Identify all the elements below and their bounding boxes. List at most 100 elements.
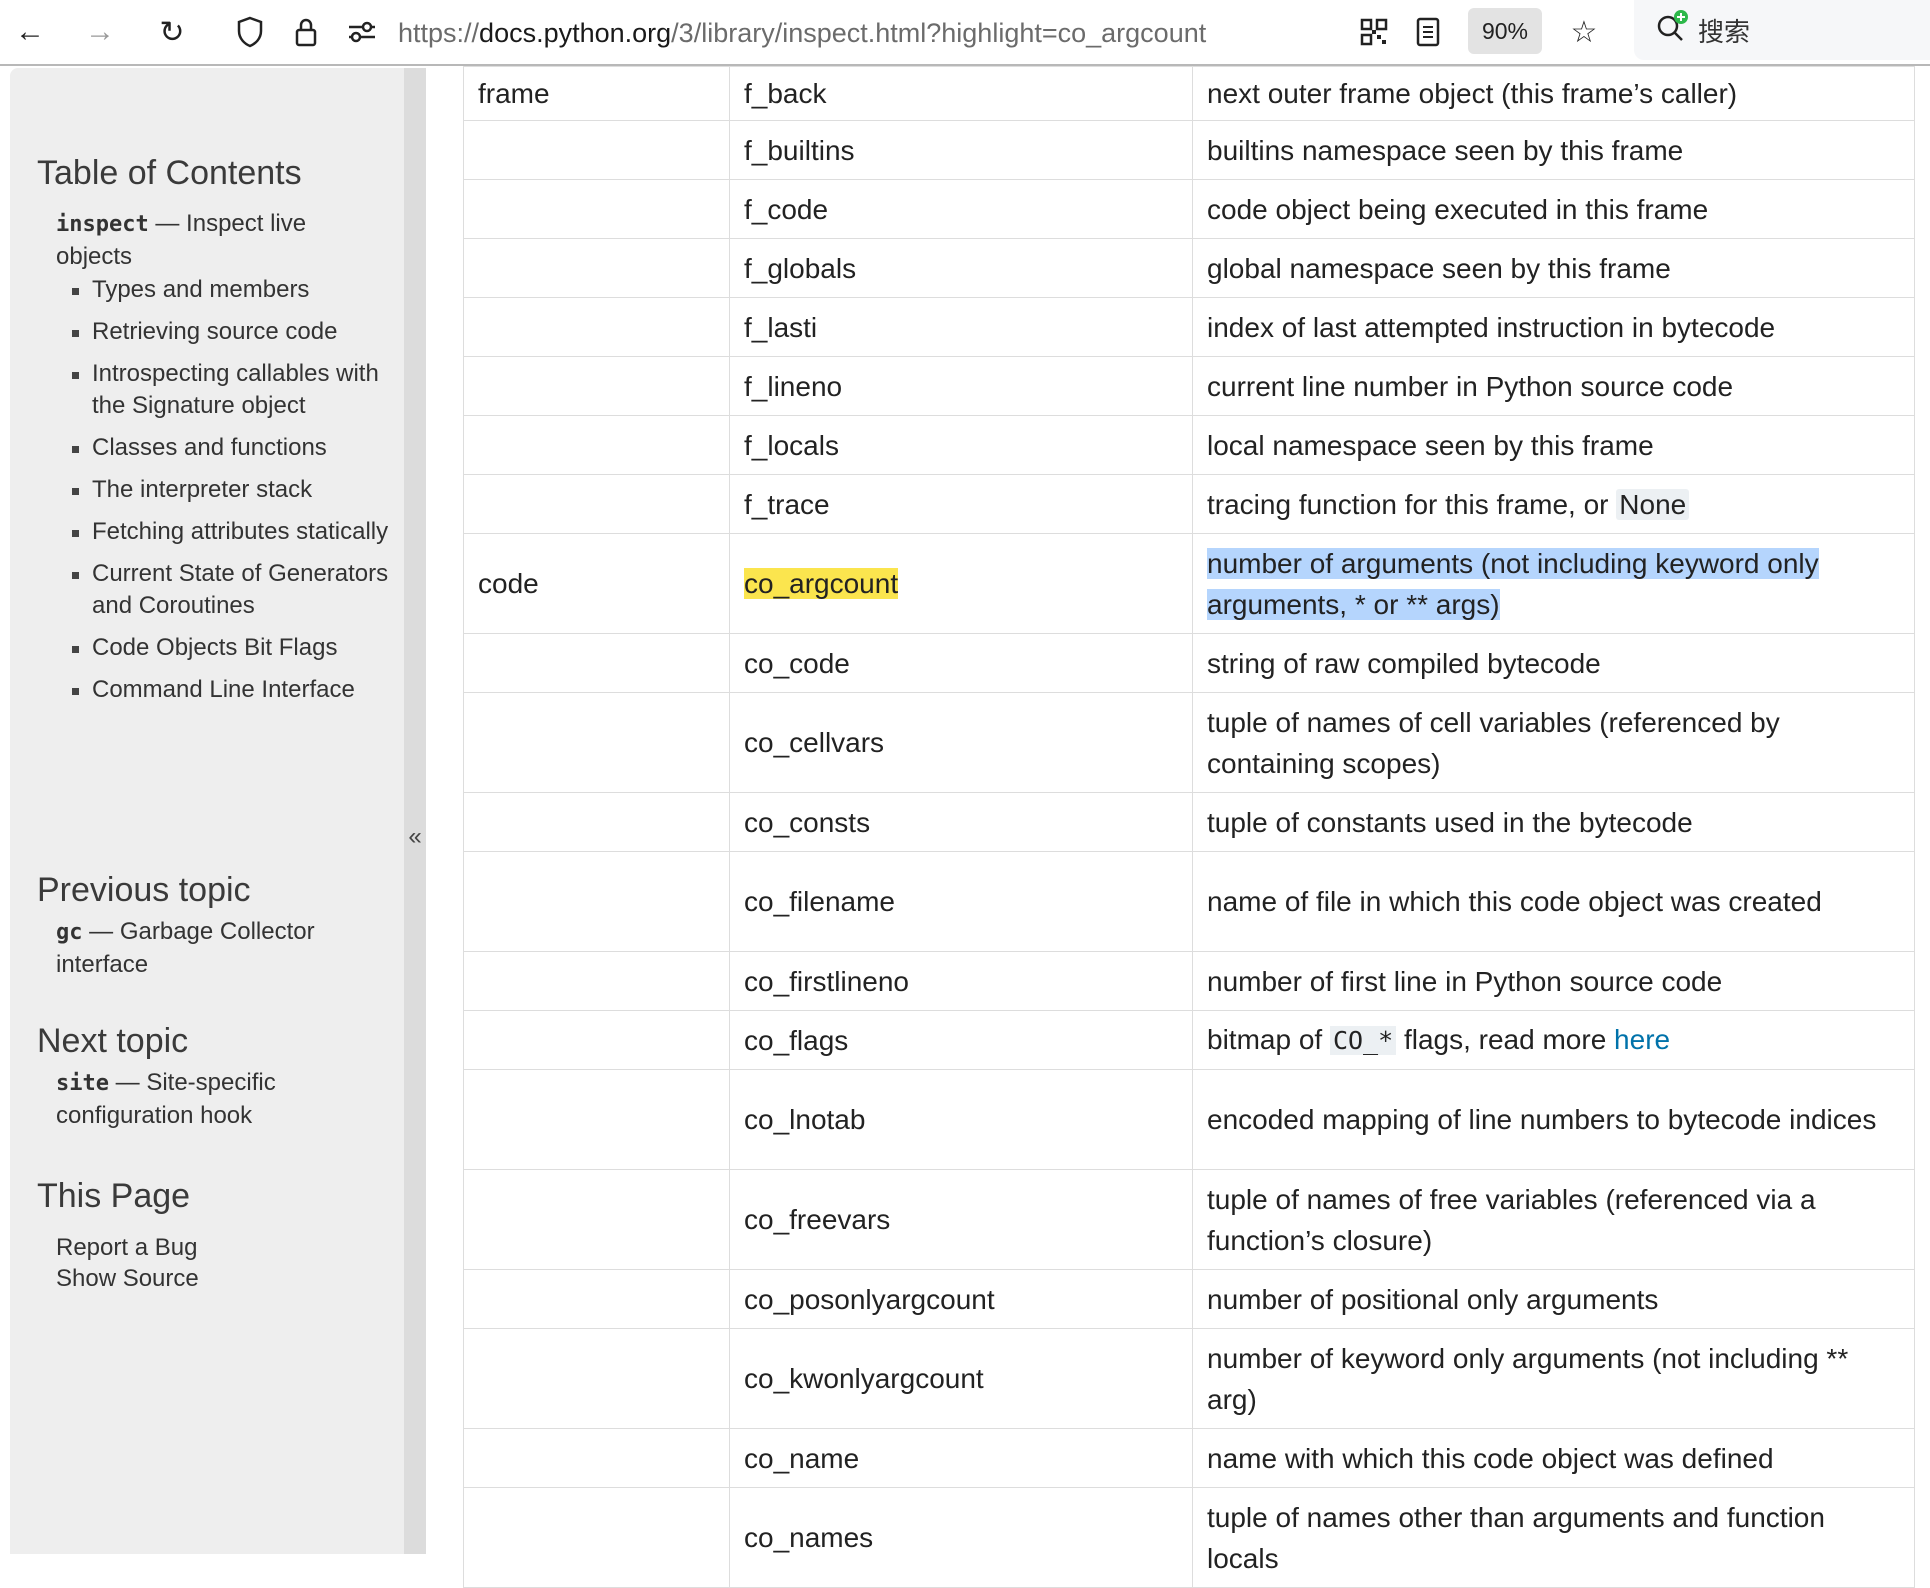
attribute-name: co_lnotab <box>744 1104 866 1135</box>
description-cell: number of keyword only arguments (not in… <box>1192 1328 1915 1429</box>
table-row: co_kwonlyargcount number of keyword only … <box>463 1328 1915 1429</box>
browser-toolbar: ← → ↻ https://docs.python.org/3/library/… <box>0 0 1930 66</box>
attribute-name: co_posonlyargcount <box>744 1283 995 1315</box>
attribute-cell: co_flags <box>729 1010 1193 1070</box>
url-bar[interactable]: https://docs.python.org/3/library/inspec… <box>398 10 1206 56</box>
type-cell <box>463 120 730 180</box>
description-cell: current line number in Python source cod… <box>1192 356 1915 416</box>
forward-icon[interactable]: → <box>78 8 122 56</box>
main-content: frame f_back next outer frame object (this… <box>463 66 1915 1588</box>
toc-item[interactable]: Types and members <box>70 274 390 306</box>
reload-icon[interactable]: ↻ <box>150 8 194 56</box>
toc-item[interactable]: Classes and functions <box>70 432 390 464</box>
attribute-name: f_lineno <box>744 370 843 402</box>
search-button[interactable]: 搜索 <box>1634 0 1930 60</box>
toc-item[interactable]: Introspecting callables with the Signatu… <box>70 358 390 422</box>
type-cell <box>463 851 730 952</box>
description-cell: next outer frame object (this frame’s ca… <box>1192 66 1915 121</box>
description-text: local namespace seen by this frame <box>1207 429 1654 461</box>
type-cell <box>463 356 730 416</box>
type-cell <box>463 1328 730 1429</box>
type-cell <box>463 1487 730 1588</box>
table-row: f_lineno current line number in Python so… <box>463 356 1915 416</box>
type-cell <box>463 415 730 475</box>
zoom-level-button[interactable]: 90% <box>1468 8 1542 54</box>
type-cell <box>463 1169 730 1270</box>
table-row: co_firstlineno number of first line in Py… <box>463 951 1915 1011</box>
description-cell: name with which this code object was def… <box>1192 1428 1915 1488</box>
attribute-cell: co_filename <box>729 851 1193 952</box>
reader-view-icon[interactable] <box>1406 8 1450 56</box>
report-bug-link[interactable]: Report a Bug <box>56 1232 386 1264</box>
description-cell: name of file in which this code object w… <box>1192 851 1915 952</box>
attribute-name: f_globals <box>744 252 857 284</box>
type-cell <box>463 1069 730 1170</box>
description-text: tuple of names of cell variables (refere… <box>1207 706 1780 779</box>
toc-item[interactable]: Current State of Generators and Coroutin… <box>70 558 390 622</box>
table-row: co_posonlyargcount number of positional o… <box>463 1269 1915 1329</box>
previous-topic-heading: Previous topic <box>37 871 251 909</box>
description-text: number of keyword only arguments (not in… <box>1207 1342 1849 1415</box>
attribute-name: co_name <box>744 1442 860 1474</box>
toc-heading: Table of Contents <box>37 154 302 192</box>
description-text: tuple of names of free variables (refere… <box>1207 1183 1816 1256</box>
attribute-name: co_filename <box>744 886 895 917</box>
attribute-name: f_builtins <box>744 134 855 166</box>
url-scheme: https:// <box>398 18 480 48</box>
description-text: number of arguments (not including keywo… <box>1207 547 1819 620</box>
attribute-name: f_locals <box>744 429 839 461</box>
toc-item[interactable]: Code Objects Bit Flags <box>70 632 390 664</box>
description-text: tracing function for this frame, or <box>1207 488 1617 520</box>
search-label: 搜索 <box>1698 17 1751 47</box>
toc-item[interactable]: Retrieving source code <box>70 316 390 348</box>
next-topic-link[interactable]: site — Site-specific configuration hook <box>56 1067 386 1132</box>
attribute-name: co_cellvars <box>744 727 885 758</box>
description-cell: code object being executed in this frame <box>1192 179 1915 239</box>
star-icon[interactable]: ☆ <box>1562 8 1606 56</box>
attribute-name: co_code <box>744 647 850 679</box>
attribute-name: co_consts <box>744 806 871 838</box>
attribute-cell: co_name <box>729 1428 1193 1488</box>
this-page-heading: This Page <box>37 1177 191 1215</box>
here-link[interactable]: here <box>1614 1024 1670 1055</box>
sidebar-collapse-bar[interactable] <box>404 68 426 1554</box>
type-cell <box>463 1269 730 1329</box>
toc-module-link[interactable]: inspect — Inspect live objects <box>56 208 386 273</box>
attribute-cell: f_trace <box>729 474 1193 534</box>
attribute-cell: f_builtins <box>729 120 1193 180</box>
collapse-sidebar-button[interactable]: « <box>404 820 426 854</box>
description-cell: number of positional only arguments <box>1192 1269 1915 1329</box>
toc-item[interactable]: The interpreter stack <box>70 474 390 506</box>
attribute-cell: f_lineno <box>729 356 1193 416</box>
description-text: bitmap of <box>1207 1024 1330 1055</box>
shield-icon[interactable] <box>228 8 272 56</box>
attribute-name: f_code <box>744 193 829 225</box>
table-row: f_globals global namespace seen by this f… <box>463 238 1915 298</box>
description-text: string of raw compiled bytecode <box>1207 647 1601 679</box>
attribute-name: co_names <box>744 1522 874 1553</box>
next-topic-heading: Next topic <box>37 1022 189 1060</box>
table-row: co_lnotab encoded mapping of line numbers… <box>463 1069 1915 1170</box>
permissions-icon[interactable] <box>340 8 384 56</box>
description-cell: tuple of names other than arguments and … <box>1192 1487 1915 1588</box>
show-source-link[interactable]: Show Source <box>56 1263 386 1295</box>
qr-code-icon[interactable] <box>1352 8 1396 56</box>
attribute-cell: f_lasti <box>729 297 1193 357</box>
table-row: co_name name with which this code object … <box>463 1428 1915 1488</box>
table-row: co_consts tuple of constants used in the … <box>463 792 1915 852</box>
module-name: gc <box>56 920 83 945</box>
description-text: number of first line in Python source co… <box>1207 965 1723 997</box>
previous-topic-link[interactable]: gc — Garbage Collector interface <box>56 916 386 981</box>
attribute-name: co_freevars <box>744 1204 891 1235</box>
toc-list: Types and members Retrieving source code I… <box>70 274 390 716</box>
attribute-cell: co_kwonlyargcount <box>729 1328 1193 1429</box>
attribute-name: f_back <box>744 78 827 109</box>
description-text: number of positional only arguments <box>1207 1283 1659 1315</box>
type-cell <box>463 297 730 357</box>
description-text: tuple of names other than arguments and … <box>1207 1501 1825 1574</box>
lock-icon[interactable] <box>284 8 328 56</box>
toc-item[interactable]: Fetching attributes statically <box>70 516 390 548</box>
back-icon[interactable]: ← <box>8 8 52 56</box>
description-text: encoded mapping of line numbers to bytec… <box>1207 1104 1877 1135</box>
toc-item[interactable]: Command Line Interface <box>70 674 390 706</box>
